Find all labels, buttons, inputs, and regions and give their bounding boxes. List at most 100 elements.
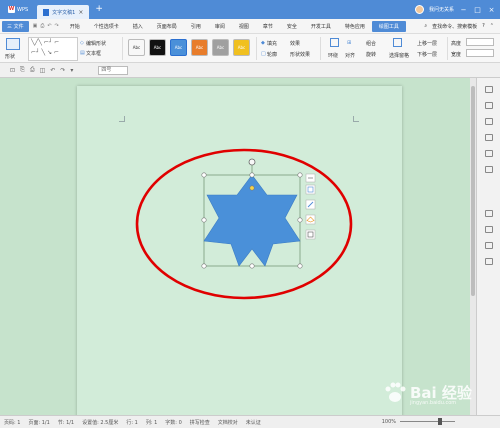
command-search[interactable]: 查找命令、搜索模板 (432, 23, 477, 30)
font-size-select[interactable]: 四号 (98, 65, 129, 75)
undo-icon[interactable]: ↶ (47, 23, 51, 29)
rotate-button[interactable]: 旋转 (366, 51, 376, 58)
shape-label[interactable]: 形状 (5, 53, 15, 60)
edit-shape-icon[interactable]: ◇ (80, 40, 84, 46)
line-shape-icon[interactable]: ╲╱╲ ⌐┘ ⌐ (31, 39, 59, 46)
outline-button[interactable]: 轮廓 (267, 51, 277, 58)
menu-custom-tab[interactable]: 个性选项卡 (87, 19, 126, 34)
resize-handle[interactable] (201, 217, 207, 223)
style-panel-icon[interactable] (485, 134, 493, 141)
fill-icon[interactable]: ◆ (261, 40, 265, 46)
menu-page-layout[interactable]: 页面布局 (150, 19, 184, 34)
panel-icon[interactable] (485, 86, 493, 93)
avatar[interactable] (414, 5, 424, 14)
menu-chapter[interactable]: 章节 (256, 19, 280, 34)
bring-forward-button[interactable]: 上移一层 (417, 40, 437, 47)
resize-handle[interactable] (201, 263, 207, 269)
panel-icon[interactable] (485, 226, 493, 233)
toolbar-icon[interactable]: ▾ (70, 67, 73, 74)
menu-insert[interactable]: 插入 (126, 19, 150, 34)
send-backward-button[interactable]: 下移一层 (417, 51, 437, 58)
close-tab-icon[interactable]: × (78, 9, 83, 16)
align-button[interactable]: 对齐 (345, 52, 355, 59)
fill-button[interactable]: 填充 (267, 40, 277, 47)
panel-icon[interactable] (485, 210, 493, 217)
effect-button[interactable]: 效果 (290, 40, 300, 47)
style-option[interactable]: Abc (233, 39, 250, 56)
print-icon[interactable]: ⎙ (40, 23, 44, 29)
shape-outline-icon[interactable] (305, 229, 316, 240)
select-pane-icon[interactable] (393, 38, 402, 47)
wrap-icon[interactable] (330, 38, 339, 47)
redo-icon[interactable]: ↷ (55, 23, 59, 29)
format-panel-icon[interactable] (485, 150, 493, 157)
width-input[interactable] (466, 49, 494, 57)
layout-options-icon[interactable] (305, 184, 316, 195)
menu-features[interactable]: 特色应用 (338, 19, 372, 34)
select-pane-button[interactable]: 选择窗格 (389, 52, 409, 59)
collapse-ribbon-icon[interactable]: ⌃ (490, 23, 494, 29)
style-option-selected[interactable]: Abc (170, 39, 187, 56)
wrap-button[interactable]: 环绕 (328, 52, 338, 59)
style-option[interactable]: Abc (128, 39, 145, 56)
save-icon[interactable]: ▣ (33, 23, 38, 29)
panel-icon[interactable] (485, 258, 493, 265)
proofread-button[interactable]: 文档校对 (218, 419, 238, 426)
document-tab[interactable]: 文字文稿1 × (37, 5, 90, 19)
user-name[interactable]: 我问无关系 (429, 6, 454, 13)
shape-style-icon[interactable] (305, 214, 316, 225)
resize-handle[interactable] (201, 172, 207, 178)
text-box-button[interactable]: 文本框 (86, 50, 101, 57)
panel-icon[interactable] (485, 102, 493, 109)
resize-handle[interactable] (297, 172, 303, 178)
zoom-slider-knob[interactable] (438, 418, 442, 425)
menu-review[interactable]: 审阅 (208, 19, 232, 34)
toolbar-icon[interactable]: ↶ (50, 67, 55, 74)
resize-handle[interactable] (249, 172, 255, 178)
new-tab-button[interactable]: + (95, 5, 103, 14)
style-option[interactable]: Abc (191, 39, 208, 56)
rotate-handle-icon[interactable] (248, 158, 256, 166)
zoom-slider[interactable] (400, 421, 455, 422)
connector-shape-icon[interactable]: ⌐┘ ╲ ↘ ⌐ (31, 49, 59, 56)
text-box-icon[interactable]: ▤ (80, 50, 85, 56)
resize-handle[interactable] (249, 263, 255, 269)
panel-icon[interactable] (485, 242, 493, 249)
shape-panel-icon[interactable] (485, 118, 493, 125)
edit-shape-button[interactable]: 编辑形状 (86, 40, 106, 47)
shape-effect-button[interactable]: 形状效果 (290, 51, 310, 58)
toolbar-icon[interactable]: ⊡ (10, 67, 15, 74)
help-button[interactable]: ? (482, 23, 485, 29)
search-icon[interactable]: ⌕ (424, 23, 427, 29)
menu-references[interactable]: 引用 (184, 19, 208, 34)
menu-file[interactable]: 三 文件 (2, 20, 29, 32)
menu-developer[interactable]: 开发工具 (304, 19, 338, 34)
menu-drawing-tools[interactable]: 绘图工具 (371, 20, 406, 32)
toolbar-icon[interactable]: ◫ (40, 67, 46, 74)
style-option[interactable]: Abc (149, 39, 166, 56)
resize-handle[interactable] (297, 263, 303, 269)
height-input[interactable] (466, 38, 494, 46)
minimize-button[interactable]: − (459, 6, 468, 14)
menu-home[interactable]: 开始 (63, 19, 87, 34)
maximize-button[interactable]: □ (473, 6, 482, 14)
menu-view[interactable]: 视图 (232, 19, 256, 34)
wps-home-tab[interactable]: W WPS (3, 3, 33, 16)
combine-button[interactable]: 组合 (366, 40, 376, 47)
toolbar-icon[interactable]: ⎙ (30, 66, 35, 74)
certification-status[interactable]: 未认证 (246, 419, 261, 426)
close-window-button[interactable]: × (487, 6, 496, 14)
toolbar-icon[interactable]: ⎘ (20, 66, 25, 74)
toolbar-icon[interactable]: ↷ (60, 67, 65, 74)
shape-icon[interactable] (6, 38, 20, 50)
resize-handle[interactable] (297, 217, 303, 223)
menu-security[interactable]: 安全 (280, 19, 304, 34)
outline-icon[interactable]: □ (261, 51, 266, 57)
adjust-handle[interactable] (249, 185, 255, 191)
share-panel-icon[interactable] (485, 166, 493, 173)
style-option[interactable]: Abc (212, 39, 229, 56)
spell-check-button[interactable]: 拼写检查 (190, 419, 210, 426)
scrollbar-thumb[interactable] (471, 86, 475, 296)
shape-gallery[interactable]: ╲╱╲ ⌐┘ ⌐ ⌐┘ ╲ ↘ ⌐ (28, 37, 78, 61)
align-icon[interactable]: ⊞ (347, 40, 351, 46)
